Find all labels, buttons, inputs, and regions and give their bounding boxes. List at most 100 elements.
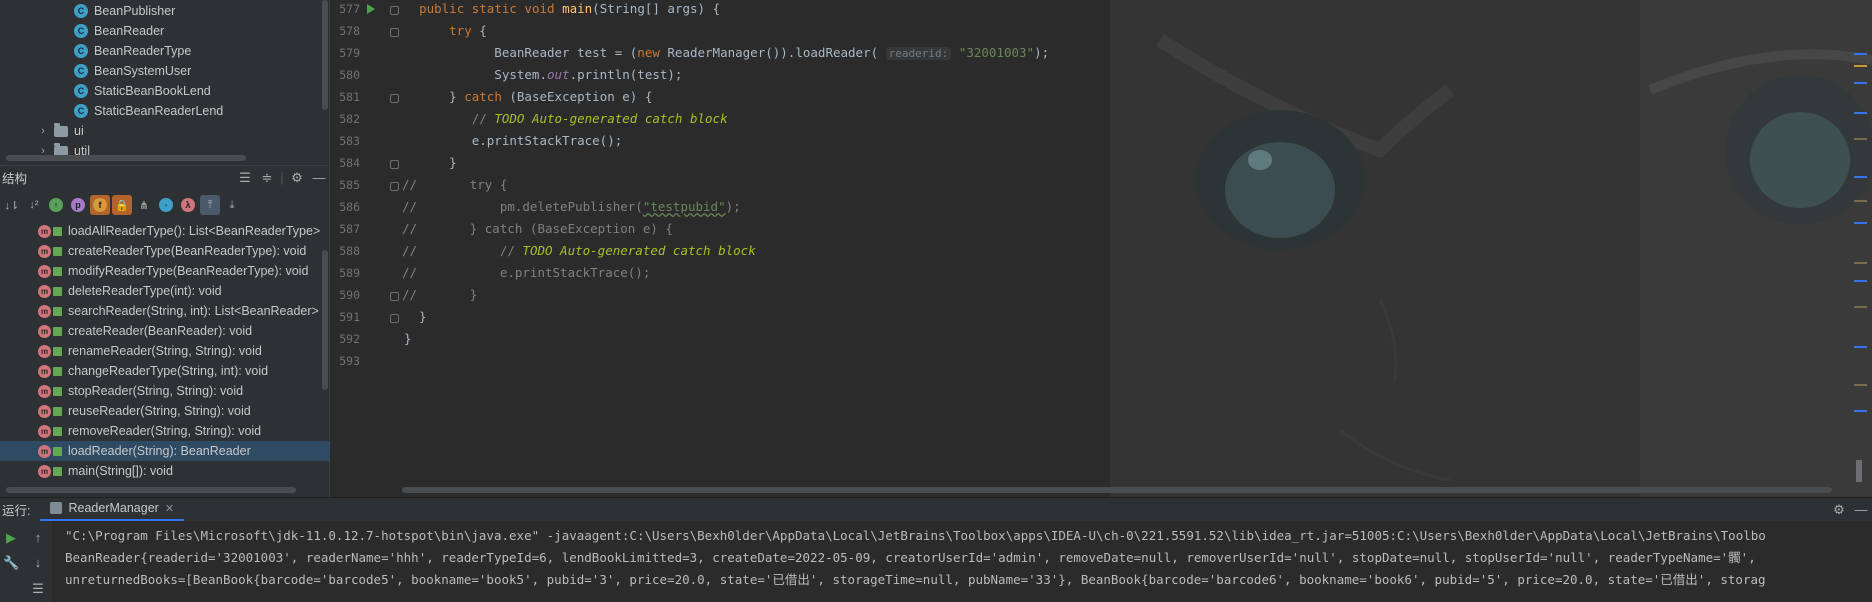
marker[interactable]: [1854, 222, 1867, 224]
marker[interactable]: [1854, 410, 1867, 412]
run-sidebar: ▶ ↑ 🔧 ↓ ☰: [0, 521, 52, 602]
project-tree: C BeanPublisher C BeanReader C BeanReade…: [0, 0, 330, 163]
marker[interactable]: [1854, 82, 1867, 84]
marker[interactable]: [1854, 306, 1867, 308]
public-icon: [53, 306, 62, 316]
anonymous-classes-icon[interactable]: ◦: [156, 195, 176, 215]
method-icon: m: [38, 384, 51, 398]
tree-class-item[interactable]: C BeanReader: [0, 21, 322, 41]
method-item[interactable]: m renameReader(String, String): void: [0, 341, 330, 361]
method-item[interactable]: m removeReader(String, String): void: [0, 421, 330, 441]
tree-class-item[interactable]: C StaticBeanReaderLend: [0, 101, 322, 121]
scroll-down-icon[interactable]: ↓: [30, 555, 46, 571]
line-number: 586: [339, 200, 360, 214]
method-item[interactable]: m loadAllReaderType(): List<BeanReaderTy…: [0, 221, 330, 241]
method-label: loadAllReaderType(): List<BeanReaderType…: [68, 224, 321, 238]
marker[interactable]: [1854, 65, 1867, 67]
marker[interactable]: [1854, 384, 1867, 386]
tree-class-item[interactable]: C BeanPublisher: [0, 1, 322, 21]
marker[interactable]: [1854, 346, 1867, 348]
public-icon: [53, 266, 62, 276]
method-label: renameReader(String, String): void: [68, 344, 262, 358]
method-item[interactable]: m changeReaderType(String, int): void: [0, 361, 330, 381]
marker[interactable]: [1854, 200, 1867, 202]
fold-icon[interactable]: [390, 160, 399, 169]
marker[interactable]: [1854, 262, 1867, 264]
fold-icon[interactable]: [390, 6, 399, 15]
gear-icon[interactable]: ⚙: [1828, 502, 1850, 518]
method-item[interactable]: m reuseReader(String, String): void: [0, 401, 330, 421]
code-editor[interactable]: 577 578 579 580 581 582 583 584 585 586 …: [330, 0, 1872, 497]
autoscroll-to-source-icon[interactable]: ⤒: [200, 195, 220, 215]
error-stripe-markers: [1840, 0, 1870, 497]
sort-by-type-icon[interactable]: ↓⇂: [2, 195, 22, 215]
run-tab[interactable]: ReaderManager ✕: [40, 498, 185, 522]
marker[interactable]: [1854, 280, 1867, 282]
code-line: // e.printStackTrace();: [402, 265, 651, 280]
code-line: }: [404, 331, 412, 346]
show-properties-icon[interactable]: p: [68, 195, 88, 215]
close-icon[interactable]: ✕: [165, 502, 174, 515]
tree-package-item[interactable]: › ui: [0, 121, 322, 141]
method-label: stopReader(String, String): void: [68, 384, 244, 398]
autoscroll-from-source-icon[interactable]: ⤓: [222, 195, 242, 215]
fold-icon[interactable]: [390, 182, 399, 191]
method-item[interactable]: m modifyReaderType(BeanReaderType): void: [0, 261, 330, 281]
soft-wrap-icon[interactable]: ☰: [30, 581, 46, 597]
marker[interactable]: [1854, 53, 1867, 55]
class-icon: C: [74, 104, 88, 118]
show-inherited-icon[interactable]: ↑: [46, 195, 66, 215]
tree-class-item[interactable]: C BeanSystemUser: [0, 61, 322, 81]
gear-icon[interactable]: ⚙: [286, 170, 308, 186]
public-icon: [53, 226, 62, 236]
method-item[interactable]: m stopReader(String, String): void: [0, 381, 330, 401]
sort-alphabetically-icon[interactable]: ↓²: [24, 195, 44, 215]
method-item[interactable]: m createReaderType(BeanReaderType): void: [0, 241, 330, 261]
chevron-right-icon[interactable]: ›: [36, 125, 50, 137]
collapse-all-icon[interactable]: ≑: [256, 170, 278, 186]
tree-class-label: StaticBeanBookLend: [94, 84, 211, 98]
fold-icon[interactable]: [390, 28, 399, 37]
horizontal-scrollbar[interactable]: [6, 487, 296, 493]
method-item[interactable]: m main(String[]): void: [0, 461, 330, 481]
marker[interactable]: [1854, 112, 1867, 114]
horizontal-scrollbar[interactable]: [6, 155, 246, 161]
lambda-icon[interactable]: λ: [178, 195, 198, 215]
show-lambdas-icon[interactable]: ⋔: [134, 195, 154, 215]
expand-all-icon[interactable]: ☰: [234, 170, 256, 186]
run-tab-label: ReaderManager: [68, 501, 159, 515]
run-console: ▶ ↑ 🔧 ↓ ☰ "C:\Program Files\Microsoft\jd…: [0, 521, 1872, 602]
minimize-icon[interactable]: —: [1850, 502, 1872, 517]
public-icon: [53, 326, 62, 336]
show-fields-icon[interactable]: f: [90, 195, 110, 215]
method-item[interactable]: m createReader(BeanReader): void: [0, 321, 330, 341]
marker[interactable]: [1854, 138, 1867, 140]
method-item[interactable]: m searchReader(String, int): List<BeanRe…: [0, 301, 330, 321]
scroll-up-icon[interactable]: ↑: [30, 530, 46, 546]
show-non-public-icon[interactable]: 🔒: [112, 195, 132, 215]
wrench-icon[interactable]: 🔧: [3, 555, 19, 571]
method-item[interactable]: m deleteReaderType(int): void: [0, 281, 330, 301]
tree-class-item[interactable]: C BeanReaderType: [0, 41, 322, 61]
run-label: 运行:: [2, 504, 31, 518]
scroll-thumb[interactable]: [1856, 460, 1862, 482]
code-line: // TODO Auto-generated catch block: [471, 111, 728, 126]
rerun-icon[interactable]: ▶: [3, 530, 19, 546]
fold-icon[interactable]: [390, 292, 399, 301]
horizontal-scrollbar[interactable]: [402, 487, 1832, 493]
public-icon: [53, 426, 62, 436]
fold-icon[interactable]: [390, 314, 399, 323]
vertical-scrollbar[interactable]: [322, 0, 328, 110]
marker[interactable]: [1854, 176, 1867, 178]
fold-icon[interactable]: [390, 94, 399, 103]
public-icon: [53, 286, 62, 296]
tree-class-item[interactable]: C StaticBeanBookLend: [0, 81, 322, 101]
public-icon: [53, 346, 62, 356]
method-label: changeReaderType(String, int): void: [68, 364, 269, 378]
minimize-icon[interactable]: —: [308, 170, 330, 185]
run-icon[interactable]: [367, 4, 375, 14]
vertical-scrollbar[interactable]: [322, 250, 328, 390]
method-item-selected[interactable]: m loadReader(String): BeanReader: [0, 441, 330, 461]
console-line: "C:\Program Files\Microsoft\jdk-11.0.12.…: [65, 528, 1766, 543]
public-icon: [53, 386, 62, 396]
